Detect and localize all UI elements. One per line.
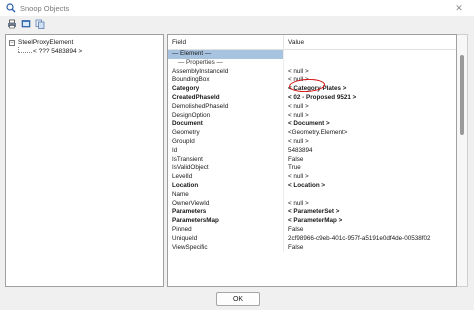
value-cell: < 02 - Proposed 9521 > bbox=[288, 93, 357, 101]
table-row[interactable]: — Element — bbox=[168, 50, 456, 59]
value-cell: < ParameterSet > bbox=[288, 208, 340, 216]
table-row[interactable]: IsValidObject True bbox=[168, 164, 456, 174]
field-cell: Pinned bbox=[168, 225, 284, 235]
value-cell: < null > bbox=[288, 67, 309, 75]
field-cell: Parameters bbox=[168, 208, 284, 218]
value-cell bbox=[284, 59, 456, 68]
value-cell: < Location > bbox=[288, 181, 326, 189]
value-cell: False bbox=[288, 243, 304, 251]
value-cell: < null > bbox=[288, 102, 309, 110]
value-cell: < Document > bbox=[288, 120, 330, 128]
value-cell: < null > bbox=[288, 173, 309, 181]
print-preview-icon[interactable] bbox=[20, 19, 31, 30]
scrollbar-thumb[interactable] bbox=[460, 55, 464, 135]
table-row[interactable]: DesignOption < null > bbox=[168, 111, 456, 121]
revit-lookup-icon bbox=[5, 3, 16, 14]
field-cell: DemolishedPhaseId bbox=[168, 102, 284, 112]
tree-node-root[interactable]: − SteelProxyElement bbox=[9, 38, 73, 47]
column-header-value[interactable]: Value bbox=[284, 39, 304, 46]
title-bar: Snoop Objects ✕ bbox=[0, 0, 474, 16]
table-row[interactable]: ViewSpecific False bbox=[168, 243, 456, 253]
tree-node-child-label: < ??? 5483894 > bbox=[33, 48, 83, 55]
field-cell: BoundingBox bbox=[168, 76, 284, 86]
field-cell: OwnerViewId bbox=[168, 199, 284, 209]
value-cell: False bbox=[288, 155, 304, 163]
table-row[interactable]: ParametersMap < ParameterMap > bbox=[168, 217, 456, 226]
table-row[interactable]: GroupId < null > bbox=[168, 137, 456, 147]
field-cell: IsTransient bbox=[168, 155, 284, 165]
value-cell: <Geometry.Element> bbox=[288, 129, 348, 137]
value-cell bbox=[284, 191, 456, 200]
table-row[interactable]: Parameters < ParameterSet > bbox=[168, 208, 456, 218]
field-cell: ParametersMap bbox=[168, 217, 284, 226]
table-row[interactable]: Pinned False bbox=[168, 225, 456, 235]
table-row[interactable]: IsTransient False bbox=[168, 155, 456, 165]
column-header-field[interactable]: Field bbox=[168, 35, 284, 49]
field-cell: UniqueId bbox=[168, 234, 284, 244]
table-row[interactable]: OwnerViewId < null > bbox=[168, 199, 456, 209]
value-cell: < null > bbox=[288, 137, 309, 145]
vertical-scrollbar[interactable] bbox=[457, 34, 468, 287]
value-cell: < null > bbox=[288, 199, 309, 207]
window-title: Snoop Objects bbox=[20, 3, 70, 13]
table-row[interactable]: Geometry <Geometry.Element> bbox=[168, 129, 456, 138]
value-cell: 5483894 bbox=[288, 146, 313, 154]
value-cell bbox=[284, 50, 456, 59]
table-row[interactable]: Document < Document > bbox=[168, 120, 456, 130]
table-row[interactable]: CreatedPhaseId < 02 - Proposed 9521 > bbox=[168, 93, 456, 103]
field-cell: CreatedPhaseId bbox=[168, 93, 284, 103]
tree-node-root-label: SteelProxyElement bbox=[18, 39, 74, 46]
field-cell: LevelId bbox=[168, 173, 284, 182]
grid-header: Field Value bbox=[168, 35, 456, 50]
table-row[interactable]: Id 5483894 bbox=[168, 146, 456, 156]
field-cell: AssemblyInstanceId bbox=[168, 67, 284, 77]
table-row[interactable]: LevelId < null > bbox=[168, 173, 456, 182]
table-row[interactable]: Name bbox=[168, 190, 456, 200]
close-window-button[interactable]: ✕ bbox=[444, 0, 474, 16]
tree-connector-line bbox=[18, 52, 32, 53]
table-row[interactable]: DemolishedPhaseId < null > bbox=[168, 102, 456, 112]
field-cell: Document bbox=[168, 120, 284, 130]
copy-icon[interactable] bbox=[34, 19, 45, 30]
table-row[interactable]: AssemblyInstanceId < null > bbox=[168, 67, 456, 77]
value-cell: 2cf98966-c9eb-401c-957f-a5191e0df4de-005… bbox=[288, 234, 431, 242]
table-row[interactable]: Location < Location > bbox=[168, 181, 456, 191]
field-cell: Name bbox=[168, 190, 284, 200]
field-cell: DesignOption bbox=[168, 111, 284, 121]
table-row[interactable]: UniqueId 2cf98966-c9eb-401c-957f-a5191e0d… bbox=[168, 234, 456, 244]
property-grid[interactable]: Field Value — Element — — Properties — Ass… bbox=[167, 34, 457, 287]
collapse-icon[interactable]: − bbox=[9, 39, 15, 46]
field-cell: Category bbox=[168, 85, 284, 94]
field-cell: Location bbox=[168, 181, 284, 191]
value-cell: True bbox=[288, 164, 301, 172]
value-cell: False bbox=[288, 225, 304, 233]
print-icon[interactable] bbox=[6, 19, 17, 30]
value-cell: < ParameterMap > bbox=[288, 217, 343, 225]
object-tree[interactable]: − SteelProxyElement < ??? 5483894 > bbox=[5, 34, 164, 287]
field-cell: IsValidObject bbox=[168, 164, 284, 174]
ok-button[interactable]: OK bbox=[216, 292, 260, 306]
field-cell: GroupId bbox=[168, 137, 284, 147]
field-cell: — Element — bbox=[168, 50, 284, 59]
table-row[interactable]: — Properties — bbox=[168, 58, 456, 68]
toolbar bbox=[0, 16, 474, 32]
tree-node-child[interactable]: < ??? 5483894 > bbox=[33, 47, 82, 56]
value-cell: < null > bbox=[288, 111, 309, 119]
field-cell: — Properties — bbox=[168, 58, 284, 68]
field-cell: Id bbox=[168, 146, 284, 156]
field-cell: Geometry bbox=[168, 129, 284, 138]
field-cell: ViewSpecific bbox=[168, 243, 284, 253]
